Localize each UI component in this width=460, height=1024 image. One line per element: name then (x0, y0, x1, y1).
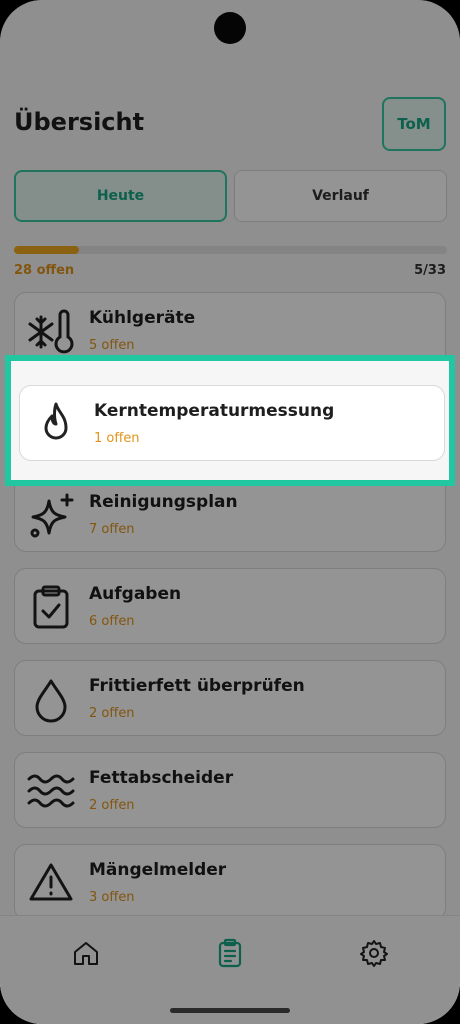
category-name: Frittierfett überprüfen (89, 676, 305, 696)
category-open-count: 1 offen (94, 431, 140, 446)
category-open-count: 2 offen (89, 706, 135, 721)
clipboard-list-icon[interactable] (215, 938, 245, 968)
highlight-frame: Kerntemperaturmessung 1 offen (5, 355, 455, 486)
category-open-count: 7 offen (89, 522, 135, 537)
category-card-maengelmelder[interactable]: Mängelmelder 3 offen (14, 844, 446, 920)
open-total-label: 28 offen (14, 263, 75, 278)
category-name: Mängelmelder (89, 860, 227, 880)
progress-count: 5/33 (414, 263, 446, 278)
category-name: Reinigungsplan (89, 492, 238, 512)
category-card-reinigungsplan[interactable]: Reinigungsplan 7 offen (14, 476, 446, 552)
snowflake-thermometer-icon (28, 309, 74, 354)
app-screen: Übersicht ToM Heute Verlauf 28 offen 5/3… (0, 0, 460, 1024)
front-camera (214, 12, 246, 44)
category-card-aufgaben[interactable]: Aufgaben 6 offen (14, 568, 446, 644)
warning-icon (29, 863, 73, 901)
progress-fill (14, 246, 79, 254)
category-card-fettabscheider[interactable]: Fettabscheider 2 offen (14, 752, 446, 828)
user-avatar-button[interactable]: ToM (382, 97, 446, 151)
category-card-kerntemperaturmessung[interactable]: Kerntemperaturmessung 1 offen (19, 385, 445, 461)
waves-icon (27, 774, 75, 808)
category-name: Aufgaben (89, 584, 182, 604)
home-indicator[interactable] (170, 1008, 290, 1013)
tab-today[interactable]: Heute (14, 170, 227, 222)
droplet-icon (35, 679, 67, 723)
category-open-count: 2 offen (89, 798, 135, 813)
page-title: Übersicht (14, 108, 145, 136)
category-open-count: 5 offen (89, 338, 135, 353)
category-open-count: 6 offen (89, 614, 135, 629)
category-name: Kühlgeräte (89, 308, 196, 328)
progress-bar (14, 246, 447, 254)
category-name: Fettabscheider (89, 768, 234, 788)
flame-icon (44, 402, 68, 440)
sparkle-icon (30, 493, 74, 538)
home-icon[interactable] (71, 938, 101, 968)
tab-history[interactable]: Verlauf (234, 170, 447, 222)
clipboard-check-icon (33, 585, 69, 629)
category-name: Kerntemperaturmessung (94, 401, 335, 421)
gear-icon[interactable] (359, 938, 389, 968)
category-open-count: 3 offen (89, 890, 135, 905)
category-card-frittierfett[interactable]: Frittierfett überprüfen 2 offen (14, 660, 446, 736)
